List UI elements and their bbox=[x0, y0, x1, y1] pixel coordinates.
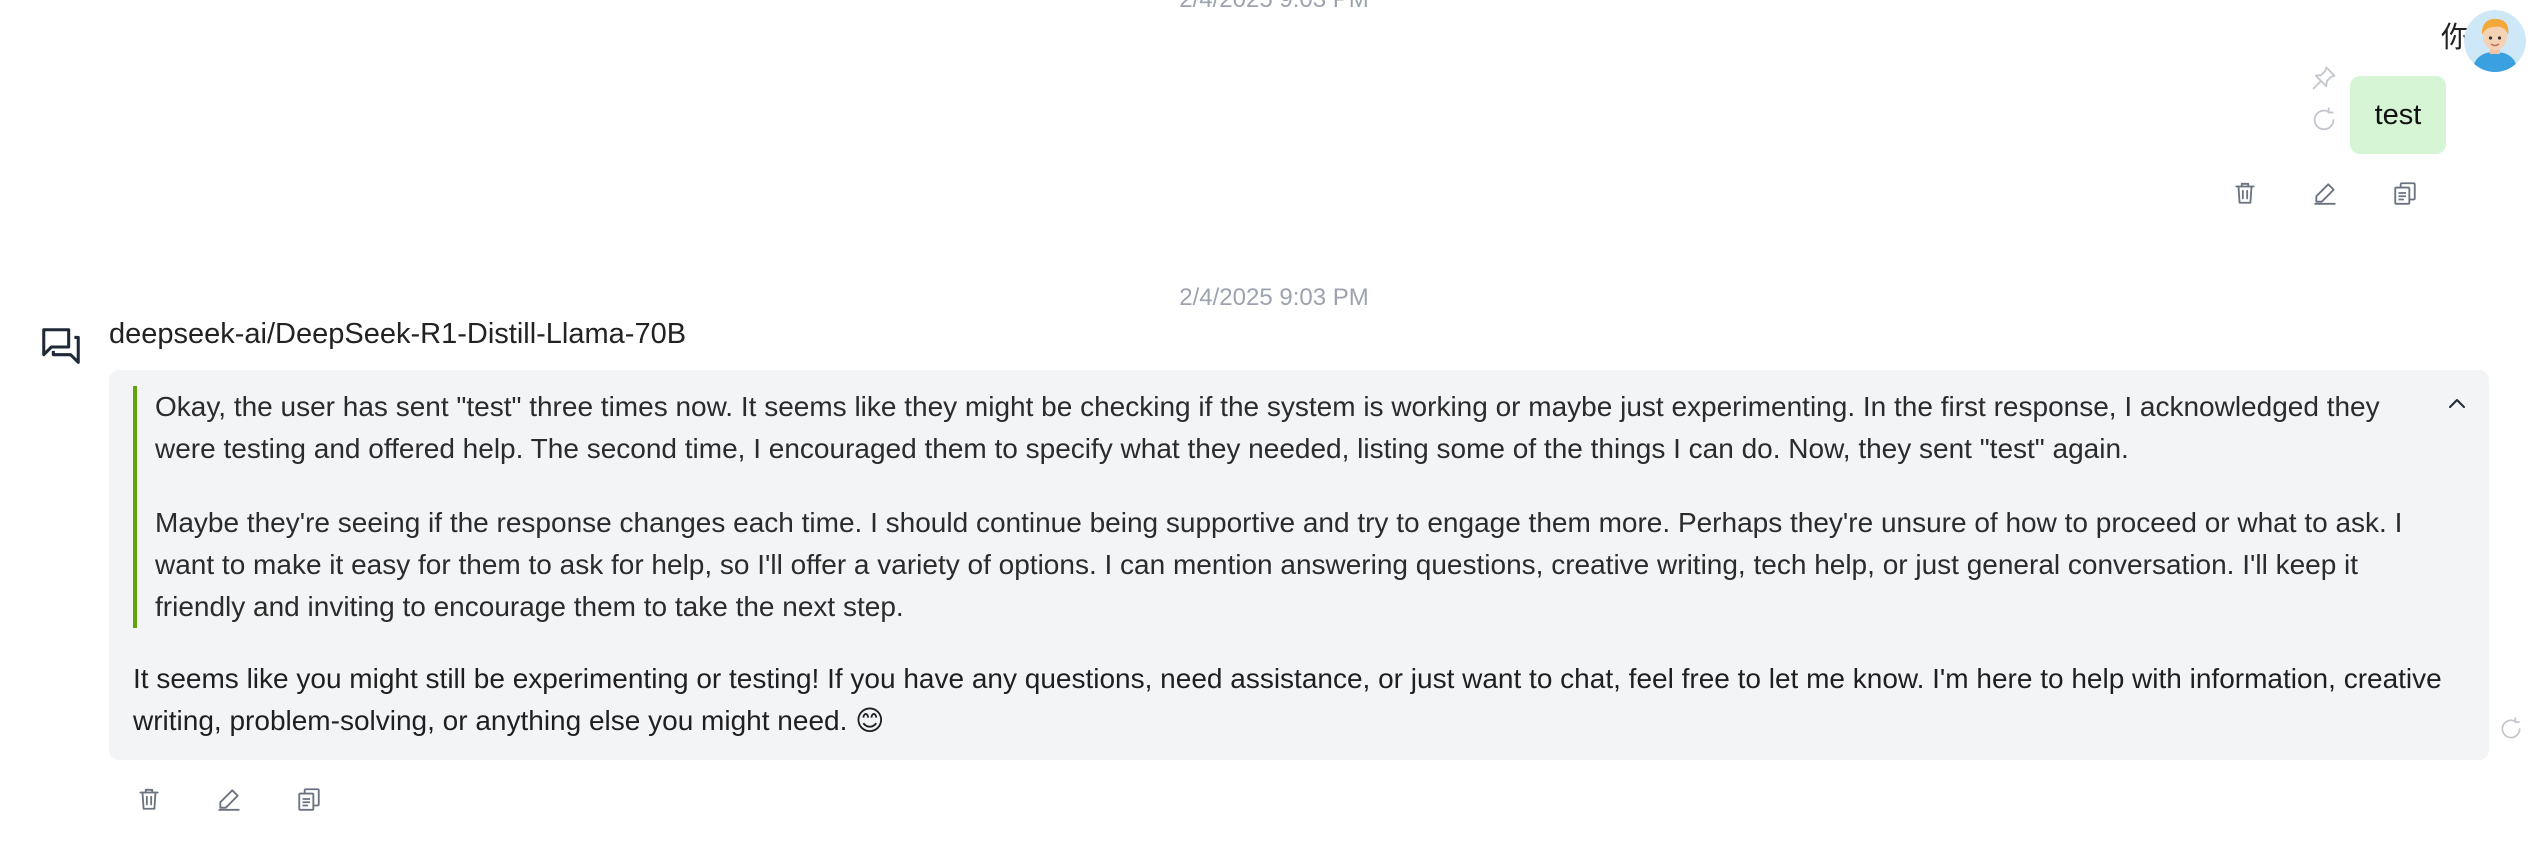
copy-icon bbox=[2394, 182, 2416, 205]
chevron-up-icon bbox=[2449, 399, 2465, 408]
assistant-message-card: Okay, the user has sent "test" three tim… bbox=[109, 370, 2489, 760]
message-timestamp: 2/4/2025 9:03 PM bbox=[1179, 284, 1369, 311]
chat-bubbles-icon bbox=[38, 324, 84, 370]
refresh-icon[interactable] bbox=[2310, 106, 2340, 136]
model-name: deepseek-ai/DeepSeek-R1-Distill-Llama-70… bbox=[109, 318, 687, 350]
edit-button[interactable] bbox=[2310, 178, 2340, 208]
thinking-block: Okay, the user has sent "test" three tim… bbox=[133, 386, 2440, 628]
copy-button[interactable] bbox=[294, 784, 324, 814]
pin-icon[interactable] bbox=[2310, 64, 2340, 94]
user-avatar bbox=[2464, 10, 2526, 72]
edit-button[interactable] bbox=[214, 784, 244, 814]
assistant-answer: It seems like you might still be experim… bbox=[133, 663, 2442, 736]
edit-icon bbox=[218, 789, 240, 811]
message-timestamp: 2/4/2025 9:03 PM bbox=[0, 0, 2548, 14]
edit-icon bbox=[2314, 183, 2336, 205]
user-message-actions bbox=[2230, 178, 2420, 208]
chat-page: 2/4/2025 9:03 PM 你 test bbox=[0, 0, 2548, 842]
thinking-paragraph: Maybe they're seeing if the response cha… bbox=[155, 507, 2403, 622]
trash-icon bbox=[139, 788, 159, 810]
copy-icon bbox=[298, 788, 320, 811]
delete-button[interactable] bbox=[2230, 178, 2260, 208]
user-side-icons bbox=[2310, 64, 2344, 134]
thinking-paragraph: Okay, the user has sent "test" three tim… bbox=[155, 391, 2380, 464]
assistant-message-actions bbox=[134, 784, 324, 814]
user-message-bubble: test bbox=[2350, 76, 2446, 154]
collapse-thinking-button[interactable] bbox=[2439, 386, 2475, 422]
copy-button[interactable] bbox=[2390, 178, 2420, 208]
trash-icon bbox=[2235, 182, 2255, 204]
delete-button[interactable] bbox=[134, 784, 164, 814]
refresh-icon[interactable] bbox=[2498, 716, 2524, 742]
